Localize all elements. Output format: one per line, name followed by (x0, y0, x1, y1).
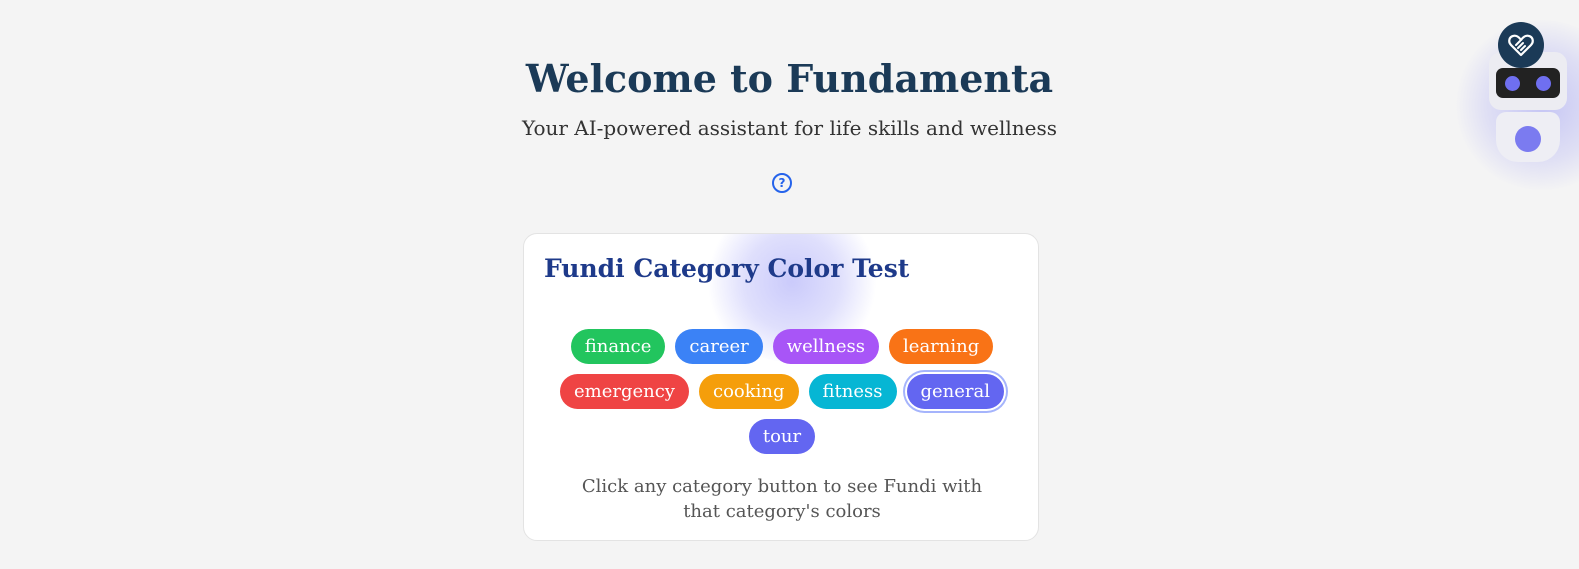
category-button-general[interactable]: general (906, 374, 1005, 409)
category-button-tour[interactable]: tour (748, 419, 816, 454)
category-button-fitness[interactable]: fitness (808, 374, 897, 409)
heart-hands-glyph (1508, 34, 1534, 57)
chip-row: finance career wellness learning (524, 329, 1038, 364)
fundi-assistant[interactable] (1485, 20, 1579, 170)
robot-visor (1496, 68, 1560, 98)
category-button-finance[interactable]: finance (570, 329, 666, 364)
card-title: Fundi Category Color Test (544, 254, 910, 283)
robot-eye-left (1505, 76, 1520, 91)
page-title: Welcome to Fundamenta (525, 56, 1054, 101)
robot-eye-right (1536, 76, 1551, 91)
question-circle-icon[interactable]: ? (772, 173, 792, 193)
category-button-career[interactable]: career (675, 329, 763, 364)
card-instructions: Click any category button to see Fundi w… (581, 476, 983, 522)
category-button-emergency[interactable]: emergency (559, 374, 689, 409)
category-test-card: Fundi Category Color Test finance career… (523, 233, 1039, 541)
heart-hands-icon[interactable] (1498, 22, 1544, 68)
chip-row: emergency cooking fitness general (524, 374, 1038, 409)
chip-row: tour (524, 419, 1038, 454)
category-button-cooking[interactable]: cooking (698, 374, 799, 409)
robot-core (1515, 126, 1541, 152)
category-button-learning[interactable]: learning (889, 329, 994, 364)
category-button-wellness[interactable]: wellness (772, 329, 880, 364)
robot-body (1496, 112, 1560, 162)
page-subtitle: Your AI-powered assistant for life skill… (521, 116, 1057, 140)
category-buttons: finance career wellness learning emergen… (524, 329, 1038, 464)
